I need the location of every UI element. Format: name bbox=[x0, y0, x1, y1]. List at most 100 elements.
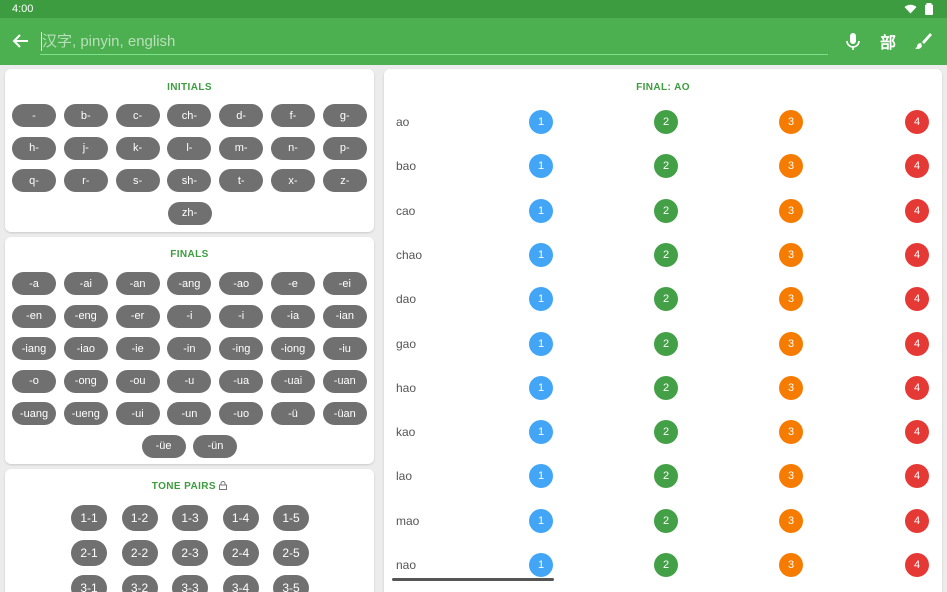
final-pill[interactable]: -un bbox=[167, 402, 212, 425]
tone-pair-pill[interactable]: 3-5 bbox=[273, 575, 309, 592]
final-pill[interactable]: -ueng bbox=[63, 402, 108, 425]
tone-2-button[interactable]: 2 bbox=[654, 420, 678, 445]
tone-pair-pill[interactable]: 2-5 bbox=[273, 540, 309, 566]
final-pill[interactable]: -uan bbox=[322, 369, 367, 393]
final-pill[interactable]: -uang bbox=[12, 402, 56, 425]
tone-1-button[interactable]: 1 bbox=[529, 287, 553, 312]
initial-pill[interactable]: f- bbox=[271, 104, 315, 127]
initial-pill[interactable]: zh- bbox=[167, 201, 212, 225]
tone-3-button[interactable]: 3 bbox=[779, 154, 803, 179]
tone-3-button[interactable]: 3 bbox=[779, 508, 803, 533]
initial-pill[interactable]: t- bbox=[219, 169, 264, 192]
final-pill[interactable]: -o bbox=[12, 369, 56, 393]
tone-4-button[interactable]: 4 bbox=[905, 375, 929, 400]
tone-pair-pill[interactable]: 2-3 bbox=[172, 540, 208, 566]
tone-3-button[interactable]: 3 bbox=[779, 287, 803, 312]
tone-1-button[interactable]: 1 bbox=[529, 331, 553, 356]
final-pill[interactable]: -ang bbox=[167, 272, 212, 295]
tone-3-button[interactable]: 3 bbox=[779, 242, 803, 267]
tone-2-button[interactable]: 2 bbox=[654, 242, 678, 267]
tone-pair-pill[interactable]: 3-1 bbox=[71, 575, 107, 592]
final-pill[interactable]: -ün bbox=[193, 434, 238, 458]
initial-pill[interactable]: l- bbox=[167, 136, 212, 160]
initial-pill[interactable]: r- bbox=[63, 169, 108, 192]
tone-pair-pill[interactable]: 1-1 bbox=[71, 505, 107, 531]
tone-3-button[interactable]: 3 bbox=[779, 331, 803, 356]
final-pill[interactable]: -ou bbox=[115, 369, 160, 393]
scroll-indicator[interactable] bbox=[392, 578, 554, 581]
final-pill[interactable]: -er bbox=[115, 304, 160, 328]
tone-1-button[interactable]: 1 bbox=[529, 508, 553, 533]
initial-pill[interactable]: b- bbox=[63, 104, 108, 127]
initial-pill[interactable]: x- bbox=[271, 169, 315, 192]
final-pill[interactable]: -an bbox=[115, 272, 160, 295]
tone-1-button[interactable]: 1 bbox=[529, 154, 553, 179]
tone-4-button[interactable]: 4 bbox=[905, 198, 929, 223]
initial-pill[interactable]: s- bbox=[115, 169, 160, 192]
tone-4-button[interactable]: 4 bbox=[905, 110, 929, 134]
tone-2-button[interactable]: 2 bbox=[654, 110, 678, 134]
arrow-left-icon[interactable] bbox=[10, 30, 32, 52]
tone-3-button[interactable]: 3 bbox=[779, 198, 803, 223]
tone-pair-pill[interactable]: 3-3 bbox=[172, 575, 208, 592]
tone-4-button[interactable]: 4 bbox=[905, 154, 929, 179]
tone-pair-pill[interactable]: 1-2 bbox=[121, 505, 158, 531]
tone-pair-pill[interactable]: 1-3 bbox=[172, 505, 208, 531]
initial-pill[interactable]: n- bbox=[271, 136, 315, 160]
tone-2-button[interactable]: 2 bbox=[654, 508, 678, 533]
tone-3-button[interactable]: 3 bbox=[779, 375, 803, 400]
tone-1-button[interactable]: 1 bbox=[529, 242, 553, 267]
microphone-icon[interactable] bbox=[842, 30, 864, 52]
tone-1-button[interactable]: 1 bbox=[529, 420, 553, 445]
tone-2-button[interactable]: 2 bbox=[654, 154, 678, 179]
search-input[interactable] bbox=[40, 29, 828, 55]
final-pill[interactable]: -ing bbox=[219, 337, 264, 360]
final-pill[interactable]: -ua bbox=[219, 369, 264, 393]
tone-3-button[interactable]: 3 bbox=[779, 553, 803, 577]
initial-pill[interactable]: p- bbox=[322, 136, 367, 160]
initial-pill[interactable]: ch- bbox=[167, 104, 212, 127]
final-pill[interactable]: -in bbox=[167, 337, 212, 360]
tone-2-button[interactable]: 2 bbox=[654, 198, 678, 223]
final-pill[interactable]: -a bbox=[12, 272, 56, 295]
final-pill[interactable]: -i bbox=[167, 304, 212, 328]
final-pill[interactable]: -ong bbox=[63, 369, 108, 393]
tone-pair-pill[interactable]: 2-4 bbox=[222, 540, 259, 566]
tone-1-button[interactable]: 1 bbox=[529, 375, 553, 400]
initial-pill[interactable]: m- bbox=[219, 136, 264, 160]
tone-2-button[interactable]: 2 bbox=[654, 287, 678, 312]
initial-pill[interactable]: j- bbox=[63, 136, 108, 160]
final-pill[interactable]: -ü bbox=[271, 402, 315, 425]
tone-4-button[interactable]: 4 bbox=[905, 242, 929, 267]
tone-4-button[interactable]: 4 bbox=[905, 287, 929, 312]
final-pill[interactable]: -u bbox=[167, 369, 212, 393]
initial-pill[interactable]: c- bbox=[115, 104, 160, 127]
final-pill[interactable]: -e bbox=[271, 272, 315, 295]
final-pill[interactable]: -iang bbox=[12, 337, 56, 360]
initial-pill[interactable]: z- bbox=[322, 169, 367, 192]
final-pill[interactable]: -ao bbox=[219, 272, 264, 295]
final-pill[interactable]: -eng bbox=[63, 304, 108, 328]
initial-pill[interactable]: d- bbox=[219, 104, 264, 127]
tone-2-button[interactable]: 2 bbox=[654, 331, 678, 356]
tone-1-button[interactable]: 1 bbox=[529, 464, 553, 489]
final-pill[interactable]: -üan bbox=[322, 402, 367, 425]
radical-button[interactable]: 部 bbox=[877, 30, 899, 52]
final-pill[interactable]: -üe bbox=[141, 434, 186, 458]
tone-2-button[interactable]: 2 bbox=[654, 553, 678, 577]
initial-pill[interactable]: q- bbox=[12, 169, 56, 192]
final-pill[interactable]: -iu bbox=[322, 337, 367, 360]
tone-1-button[interactable]: 1 bbox=[529, 553, 553, 577]
tone-1-button[interactable]: 1 bbox=[529, 110, 553, 134]
tone-3-button[interactable]: 3 bbox=[779, 420, 803, 445]
tone-pair-pill[interactable]: 2-2 bbox=[121, 540, 158, 566]
initial-pill[interactable]: g- bbox=[322, 104, 367, 127]
initial-pill[interactable]: k- bbox=[115, 136, 160, 160]
final-pill[interactable]: -uai bbox=[271, 369, 315, 393]
tone-pair-pill[interactable]: 3-4 bbox=[222, 575, 259, 592]
tone-3-button[interactable]: 3 bbox=[779, 464, 803, 489]
tone-4-button[interactable]: 4 bbox=[905, 553, 929, 577]
final-pill[interactable]: -ei bbox=[322, 272, 367, 295]
tone-pair-pill[interactable]: 3-2 bbox=[121, 575, 158, 592]
final-pill[interactable]: -uo bbox=[219, 402, 264, 425]
